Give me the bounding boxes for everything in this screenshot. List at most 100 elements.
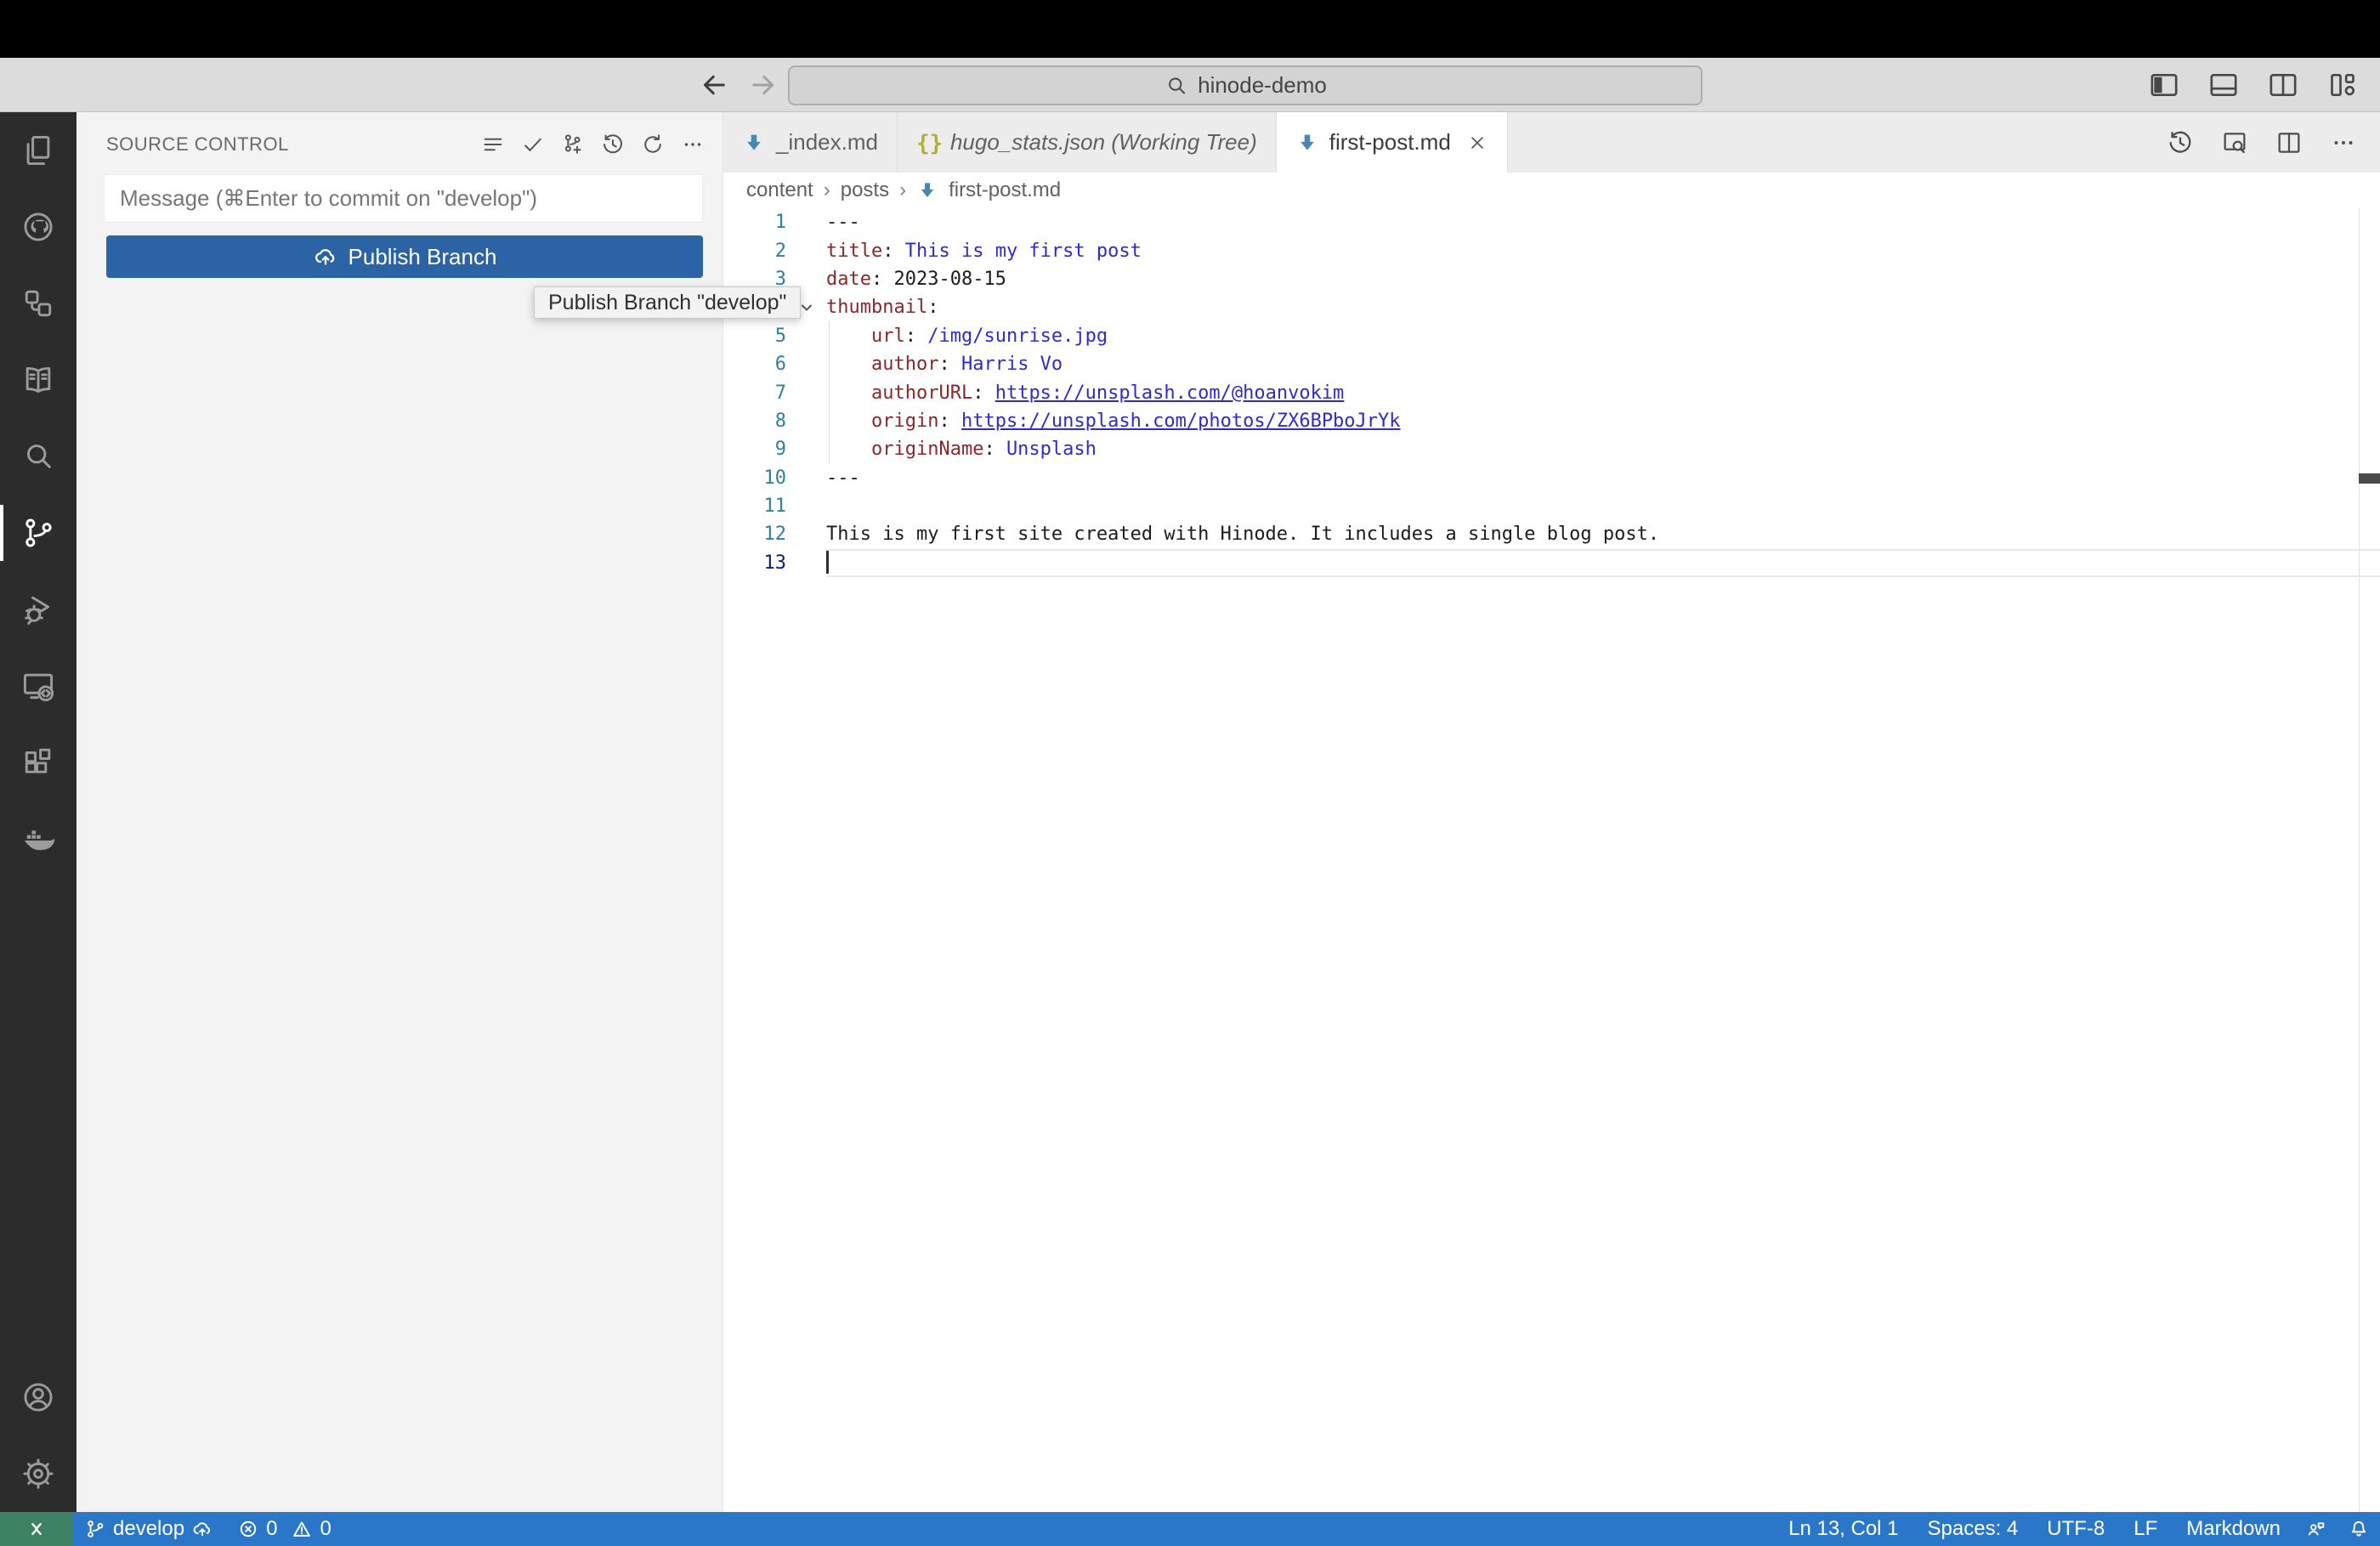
gear-icon: [20, 1455, 57, 1492]
status-cursor-position[interactable]: Ln 13, Col 1: [1774, 1512, 1912, 1546]
toggle-panel-icon[interactable]: [2207, 68, 2241, 102]
activity-bar-item-docker[interactable]: [0, 801, 76, 877]
breadcrumb-separator: ›: [899, 178, 907, 201]
tab-_index.md[interactable]: _index.md: [723, 112, 898, 173]
status-label: Spaces: 4: [1927, 1517, 2019, 1540]
activity-bar-item-remote-explorer[interactable]: [0, 648, 76, 724]
code-line-9[interactable]: 9 originName: Unsplash: [723, 435, 2380, 463]
command-center[interactable]: hinode-demo: [788, 65, 1703, 105]
toggle-sidebar-icon[interactable]: [2147, 68, 2181, 102]
code-line-7[interactable]: 7 authorURL: https://unsplash.com/@hoanv…: [723, 378, 2380, 406]
code-line-8[interactable]: 8 origin: https://unsplash.com/photos/ZX…: [723, 407, 2380, 435]
breadcrumb[interactable]: content › posts › first-post.md: [723, 173, 2380, 208]
code-token: /img/sunrise.jpg: [927, 325, 1108, 347]
publish-branch-button[interactable]: Publish Branch: [106, 235, 703, 278]
workbench: SOURCE CONTROL Publish Branch _index.md {…: [0, 112, 2380, 1512]
overview-ruler[interactable]: [2359, 208, 2380, 1512]
code-line-5[interactable]: 5 url: /img/sunrise.jpg: [723, 322, 2380, 350]
status-language-mode[interactable]: Markdown: [2172, 1512, 2295, 1546]
titlebar-layout-controls: [2147, 68, 2360, 102]
code-link[interactable]: https://unsplash.com/photos/ZX6BPboJrYk: [961, 411, 1401, 432]
split-editor-icon[interactable]: [2275, 128, 2304, 157]
extensions-icon: [20, 744, 57, 781]
search-icon: [1164, 73, 1189, 99]
code-line-10[interactable]: 10 ---: [723, 464, 2380, 492]
commit-check-icon[interactable]: [520, 132, 546, 157]
close-icon[interactable]: [1466, 132, 1488, 154]
code-editor[interactable]: 1 --- 2 title: This is my first post 3 date: …: [723, 208, 2380, 1512]
activity-bar-item-settings[interactable]: [0, 1436, 76, 1512]
command-center-label: hinode-demo: [1198, 72, 1327, 98]
forward-icon[interactable]: [748, 70, 779, 100]
remote-icon: [25, 1517, 48, 1541]
tab-label: hugo_stats.json (Working Tree): [949, 129, 1257, 155]
status-eol[interactable]: LF: [2119, 1512, 2172, 1546]
view-options-icon[interactable]: [480, 132, 506, 157]
code-line-6[interactable]: 6 author: Harris Vo: [723, 350, 2380, 378]
cloud-upload-icon: [313, 244, 338, 269]
code-line-11[interactable]: 11: [723, 492, 2380, 520]
activity-bar-item-explorer[interactable]: [0, 112, 76, 189]
code-token: Harris Vo: [960, 354, 1063, 376]
more-actions-icon[interactable]: [2329, 128, 2358, 157]
activity-bar-item-docs[interactable]: [0, 342, 76, 418]
current-line-highlight: [826, 548, 2380, 578]
breadcrumb-item[interactable]: posts: [841, 178, 889, 202]
history-icon[interactable]: [600, 132, 626, 157]
bell-icon: [2348, 1518, 2370, 1540]
activity-bar-item-source-control[interactable]: [0, 495, 76, 571]
source-control-sidebar: SOURCE CONTROL Publish Branch: [76, 112, 723, 1512]
code-text: url: /img/sunrise.jpg: [826, 326, 1108, 347]
text-cursor: [826, 551, 829, 575]
create-branch-icon[interactable]: [560, 132, 586, 157]
branch-status[interactable]: develop: [72, 1512, 225, 1546]
code-link[interactable]: https://unsplash.com/@hoanvokim: [995, 382, 1345, 404]
toggle-secondary-sidebar-icon[interactable]: [2266, 68, 2300, 102]
status-feedback[interactable]: [2295, 1512, 2338, 1546]
breadcrumb-item[interactable]: content: [746, 178, 813, 202]
code-text: ---: [826, 212, 860, 233]
code-text: title: This is my first post: [826, 241, 1142, 262]
activity-bar-item-github[interactable]: [0, 189, 76, 265]
code-token: originName: [870, 439, 984, 461]
tab-label: first-post.md: [1329, 129, 1451, 155]
line-number: 10: [763, 467, 787, 489]
activity-bar-item-accounts[interactable]: [0, 1359, 76, 1436]
line-number: 12: [763, 524, 787, 546]
commit-message-input[interactable]: [104, 174, 703, 223]
back-icon[interactable]: [699, 70, 729, 100]
more-actions-icon[interactable]: [680, 132, 706, 157]
markdown-file-icon: [742, 131, 766, 155]
remote-indicator[interactable]: [0, 1512, 72, 1546]
remote-explorer-icon: [20, 667, 57, 705]
timeline-icon[interactable]: [2166, 128, 2195, 157]
status-bell[interactable]: [2338, 1512, 2380, 1546]
problems-status[interactable]: 0 0: [225, 1512, 343, 1546]
status-encoding[interactable]: UTF-8: [2032, 1512, 2119, 1546]
code-token: :: [904, 325, 928, 347]
activity-bar-item-extensions[interactable]: [0, 724, 76, 801]
code-line-13[interactable]: 13: [723, 548, 2380, 578]
code-line-2[interactable]: 2 title: This is my first post: [723, 236, 2380, 264]
account-icon: [20, 1379, 57, 1416]
tab-first-post.md[interactable]: first-post.md: [1276, 112, 1508, 173]
code-line-1[interactable]: 1 ---: [723, 208, 2380, 236]
editor-actions: [2166, 112, 2380, 173]
open-preview-icon[interactable]: [2220, 128, 2249, 157]
code-text: date: 2023-08-15: [826, 269, 1006, 290]
activity-bar-item-references[interactable]: [0, 265, 76, 342]
refresh-icon[interactable]: [640, 132, 666, 157]
code-line-3[interactable]: 3 date: 2023-08-15: [723, 265, 2380, 293]
customize-layout-icon[interactable]: [2326, 68, 2360, 102]
activity-bar-item-run-debug[interactable]: [0, 571, 76, 648]
status-indentation[interactable]: Spaces: 4: [1913, 1512, 2033, 1546]
breadcrumb-item[interactable]: first-post.md: [949, 178, 1061, 202]
activity-bar-item-search[interactable]: [0, 418, 76, 495]
book-icon: [20, 361, 57, 399]
breadcrumb-separator: ›: [823, 178, 830, 201]
code-line-12[interactable]: 12 This is my first site created with Hin…: [723, 520, 2380, 548]
tab-hugo_stats.json[interactable]: {} hugo_stats.json (Working Tree): [897, 112, 1277, 173]
code-lines: 1 --- 2 title: This is my first post 3 date: …: [723, 208, 2380, 578]
code-line-4[interactable]: 4thumbnail:: [723, 293, 2380, 321]
